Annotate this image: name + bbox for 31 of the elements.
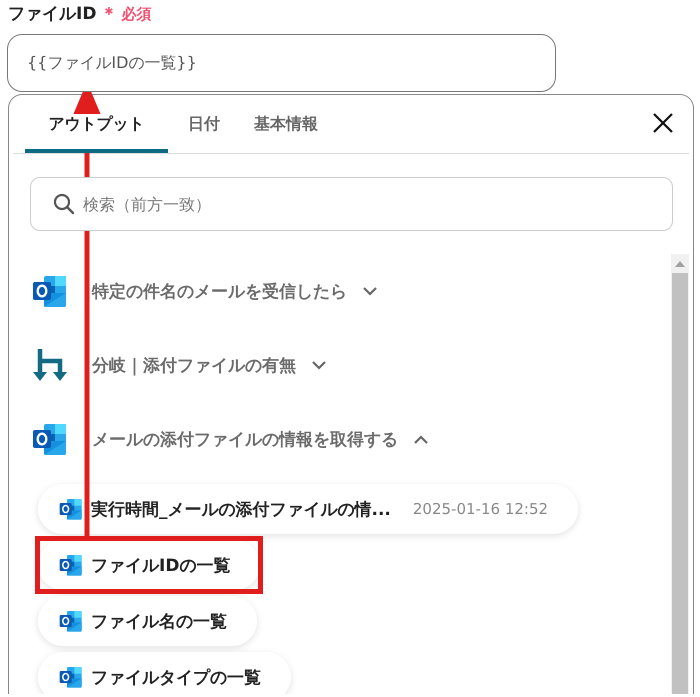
item-label: ファイルIDの一覧	[91, 554, 230, 576]
step-title[interactable]: メールの添付ファイルの情報を取得する	[92, 428, 398, 450]
search-icon	[53, 193, 75, 215]
required-mark: ＊	[100, 3, 118, 25]
item-label: ファイル名の一覧	[91, 610, 227, 632]
outlook-icon	[32, 273, 68, 309]
step-title[interactable]: 特定の件名のメールを受信したら	[92, 280, 347, 302]
outlook-icon	[59, 665, 83, 689]
outlook-icon	[32, 421, 68, 457]
chevron-down-icon[interactable]	[312, 360, 326, 370]
step-title[interactable]: 分岐｜添付ファイルの有無	[92, 354, 296, 376]
output-item[interactable]: ファイル名の一覧	[38, 596, 257, 646]
field-label: ファイルID	[8, 3, 96, 25]
scrollbar[interactable]	[671, 254, 689, 694]
item-label: ファイルタイプの一覧	[91, 666, 261, 688]
chevron-down-icon[interactable]	[363, 286, 377, 296]
close-icon[interactable]	[653, 113, 673, 133]
item-value: 2025-01-16 12:52	[412, 500, 548, 518]
file-id-field[interactable]: {{ファイルIDの一覧}}	[7, 34, 556, 92]
search-field[interactable]: 検索（前方一致）	[30, 177, 673, 231]
outlook-icon	[59, 553, 83, 577]
outlook-icon	[59, 497, 83, 521]
output-item[interactable]: ファイルIDの一覧	[38, 540, 260, 590]
branch-icon	[32, 347, 68, 383]
tab[interactable]: アウトプット	[25, 114, 168, 153]
outlook-icon	[59, 609, 83, 633]
required-label: 必須	[121, 5, 152, 24]
item-label: 実行時間_メールの添付ファイルの情...	[91, 498, 391, 520]
output-item[interactable]: ファイルタイプの一覧	[38, 652, 291, 694]
output-item[interactable]: 実行時間_メールの添付ファイルの情... 2025-01-16 12:52	[38, 484, 578, 534]
chevron-up-icon[interactable]	[414, 434, 428, 444]
